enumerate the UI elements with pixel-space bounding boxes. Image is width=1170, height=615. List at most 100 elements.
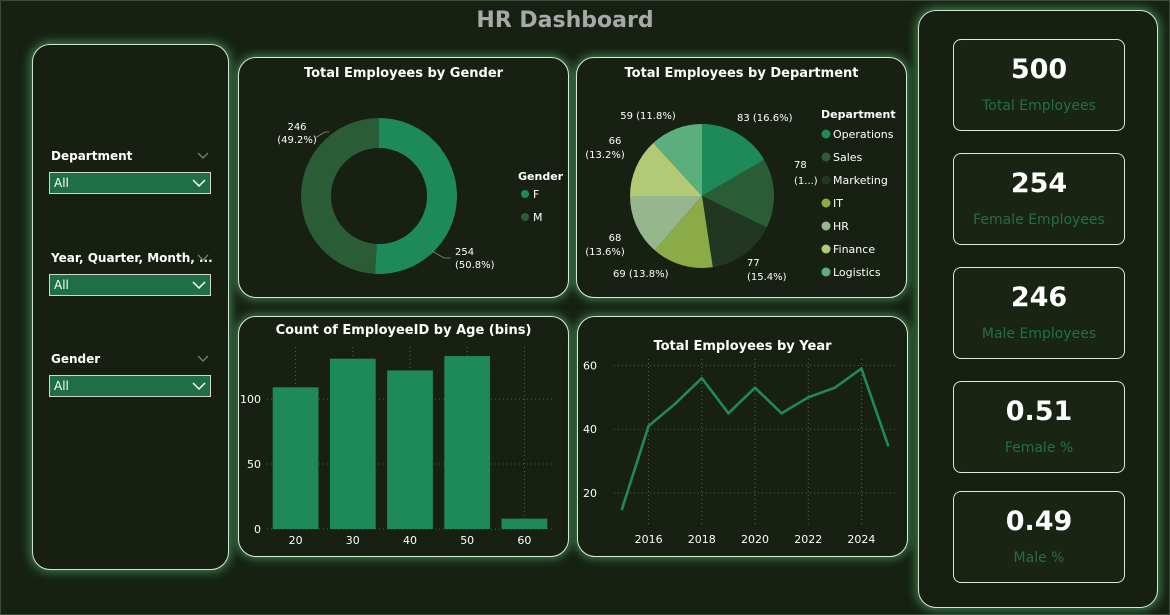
kpi-label: Female % (1004, 440, 1074, 456)
data-label-value: 254 (455, 247, 474, 258)
age-chart-card[interactable]: Count of EmployeeID by Age (bins) 0 50 100… (238, 316, 569, 557)
y-tick-label: 20 (583, 487, 597, 500)
line-point-2020 (753, 386, 757, 390)
dashboard-title: HR Dashboard (476, 8, 654, 33)
year-line-chart: 20 40 60 2016 2018 2020 2022 2024 (583, 359, 896, 546)
data-label: 59 (11.8%) (620, 111, 676, 122)
line-point-2017 (673, 402, 677, 405)
legend-marker (821, 221, 831, 231)
data-label: (13.2%) (585, 150, 625, 161)
department-dropdown-value: All (54, 176, 69, 190)
date-dropdown[interactable]: All (49, 274, 211, 296)
bar-age-20 (272, 387, 319, 529)
line-point-2016 (647, 424, 650, 428)
kpi-value: 0.49 (1005, 506, 1073, 537)
data-label: 68 (609, 233, 622, 244)
legend-marker (821, 244, 831, 254)
legend-marker (521, 190, 529, 198)
legend-label: F (533, 188, 539, 201)
chevron-down-icon (192, 382, 206, 390)
legend-label: IT (833, 197, 843, 210)
data-label: (15.4%) (747, 272, 787, 283)
kpi-value: 500 (1010, 54, 1068, 85)
chevron-down-icon (192, 281, 206, 289)
kpi-female-employees: 254 Female Employees (953, 153, 1125, 245)
line-point-2015 (620, 507, 624, 511)
kpi-male-employees: 246 Male Employees (953, 267, 1125, 359)
line-point-2025 (886, 443, 890, 447)
legend-marker (521, 213, 529, 221)
bar-age-40 (387, 370, 433, 529)
line-point-2021 (780, 411, 783, 415)
data-label: (1...) (794, 176, 818, 187)
slicer-label-department: Department (51, 149, 133, 163)
kpi-label: Total Employees (982, 98, 1096, 114)
data-label: 77 (747, 258, 760, 269)
gender-dropdown[interactable]: All (49, 375, 211, 397)
legend-label: HR (833, 220, 849, 233)
bar-age-30 (329, 358, 376, 529)
data-label: (13.6%) (585, 247, 625, 258)
line-point-2023 (833, 386, 837, 390)
x-tick-label: 2024 (847, 533, 875, 546)
x-tick-label: 20 (289, 534, 303, 547)
y-tick-label: 50 (247, 458, 261, 471)
data-label-pct: (50.8%) (455, 260, 495, 271)
kpi-label: Male % (1013, 550, 1065, 566)
department-chart-card[interactable]: Total Employees by Department 83 (16.6%)… (576, 57, 907, 298)
kpi-total-employees: 500 Total Employees (953, 39, 1125, 131)
chevron-down-icon[interactable] (196, 355, 210, 363)
legend-label: Operations (833, 128, 894, 141)
x-tick-label: 2020 (741, 533, 769, 546)
chevron-down-icon[interactable] (196, 254, 210, 262)
legend-marker (821, 198, 831, 208)
gender-dropdown-value: All (54, 379, 69, 393)
bar-age-60 (501, 518, 548, 529)
legend-label: Marketing (833, 174, 888, 187)
legend-marker (821, 152, 831, 162)
data-label: 66 (609, 136, 622, 147)
data-label: 69 (13.8%) (613, 269, 669, 280)
x-tick-label: 30 (346, 534, 360, 547)
x-tick-label: 60 (517, 534, 531, 547)
data-label-value: 246 (287, 122, 306, 133)
chevron-down-icon (192, 179, 206, 187)
gender-chart-card[interactable]: Total Employees by Gender 254 (50.8%) 246(… (238, 57, 569, 298)
age-bar-chart: 0 50 100 20 30 40 50 60 (240, 347, 553, 547)
date-dropdown-value: All (54, 278, 69, 292)
legend-label: Logistics (833, 266, 881, 279)
kpi-label: Male Employees (981, 326, 1097, 342)
year-chart-card[interactable]: Total Employees by Year 20 40 60 2016 2018 20… (577, 316, 908, 557)
kpi-value: 254 (1010, 168, 1068, 199)
kpi-male-percent: 0.49 Male % (953, 491, 1125, 583)
legend-marker (821, 129, 831, 139)
x-tick-label: 50 (460, 534, 474, 547)
y-tick-label: 40 (583, 423, 597, 436)
legend-label: Sales (833, 151, 863, 164)
department-dropdown[interactable]: All (49, 172, 211, 194)
data-label-pct: (49.2%) (277, 135, 317, 146)
x-tick-label: 2016 (635, 533, 663, 546)
line-point-2024 (860, 367, 863, 370)
chevron-down-icon[interactable] (196, 152, 210, 160)
legend-title: Department (821, 108, 896, 121)
leader-line (431, 250, 451, 259)
x-tick-label: 2022 (794, 533, 822, 546)
line-point-2018 (700, 376, 704, 380)
donut-slice-f (375, 118, 457, 274)
kpi-value: 0.51 (1005, 396, 1073, 427)
slicer-label-gender: Gender (51, 352, 101, 366)
legend-label: M (533, 211, 543, 224)
gender-donut-chart: 254 (50.8%) 246 (49.2%) Gender FM (277, 118, 564, 274)
kpi-female-percent: 0.51 Female % (953, 381, 1125, 473)
kpi-panel: 500 Total Employees 254 Female Employees… (918, 10, 1158, 608)
data-label: 83 (16.6%) (737, 113, 793, 124)
data-label: 78 (794, 160, 807, 171)
legend-marker (821, 267, 831, 277)
kpi-value: 246 (1010, 282, 1068, 313)
y-tick-label: 0 (254, 523, 261, 536)
legend-marker (821, 175, 831, 185)
slicer-panel: Department All Year, Quarter, Month, ...… (32, 44, 229, 570)
line-point-2019 (727, 411, 730, 415)
y-tick-label: 60 (583, 359, 597, 372)
